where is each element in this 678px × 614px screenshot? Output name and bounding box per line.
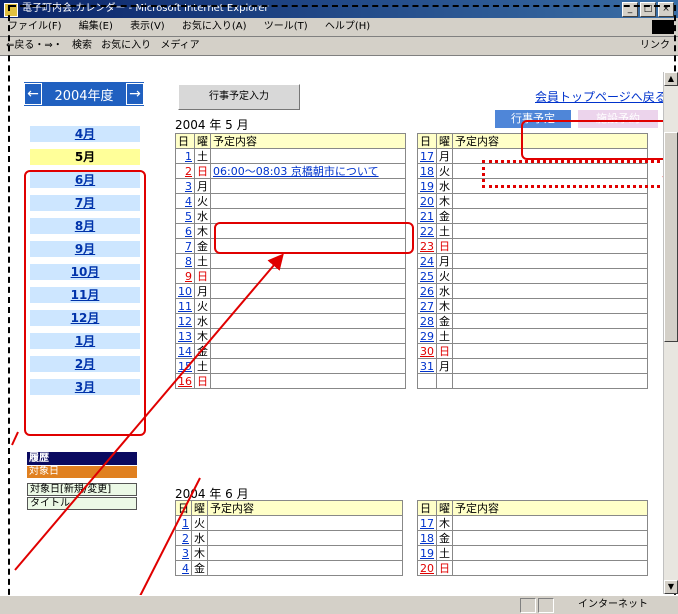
annotation-tick [11, 431, 19, 446]
vertical-scrollbar[interactable]: ▲ ▼ [663, 72, 678, 594]
annotation-arrows [11, 175, 673, 601]
scroll-down-icon[interactable]: ▼ [664, 580, 678, 594]
status-pane [520, 598, 536, 613]
status-bar: インターネット [0, 595, 678, 614]
status-pane [538, 598, 554, 613]
scroll-up-icon[interactable]: ▲ [664, 72, 678, 86]
annotation-arrow-line [137, 477, 201, 601]
scroll-thumb[interactable] [664, 132, 678, 342]
internet-zone-label: インターネット [578, 599, 648, 610]
annotation-arrow-cell [14, 253, 284, 571]
